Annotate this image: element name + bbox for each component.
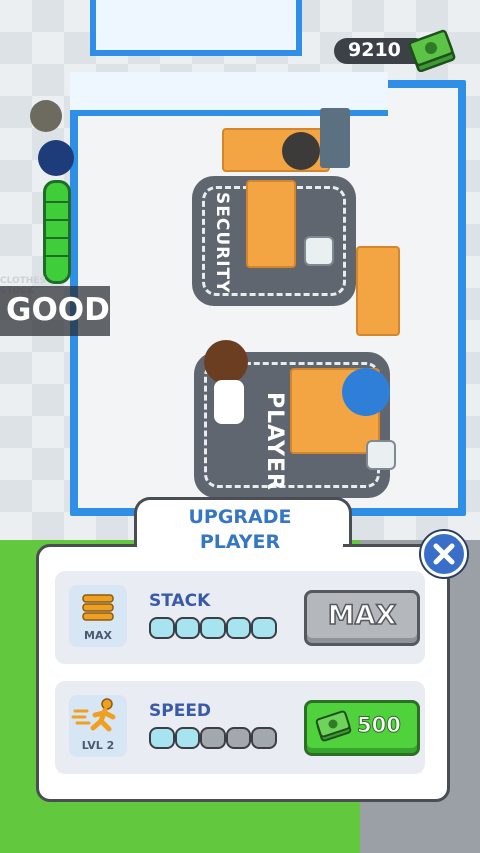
progress-segment [174, 727, 201, 749]
speed-upgrade-price: 500 [357, 713, 402, 738]
progress-segment [200, 617, 226, 639]
chair [304, 236, 334, 266]
progress-segment [225, 727, 252, 749]
green-meter [43, 180, 71, 284]
police-worker [342, 368, 390, 416]
cash-icon [315, 710, 352, 742]
stack-progress-bar [149, 617, 277, 639]
panel-title-line2: PLAYER [199, 531, 281, 553]
panel-title: UPGRADE PLAYER [137, 505, 343, 555]
player-character [204, 340, 248, 384]
player-body [214, 380, 244, 424]
cash-stack-icon [408, 29, 456, 72]
speed-level-label: LVL 2 [81, 739, 115, 752]
police-character [38, 140, 74, 176]
close-icon [433, 543, 455, 565]
progress-segment [149, 617, 175, 639]
progress-segment [174, 617, 201, 639]
stack-level-label: MAX [84, 629, 112, 642]
customer-character [30, 100, 62, 132]
money-value: 9210 [348, 39, 401, 61]
back-wall [90, 0, 302, 56]
speed-progress-bar [149, 727, 277, 749]
max-button-label: MAX [327, 599, 397, 632]
stack-max-button[interactable]: MAX [304, 590, 420, 646]
speed-buy-button[interactable]: 500 [304, 700, 420, 756]
progress-segment [200, 727, 226, 749]
progress-segment [251, 727, 277, 749]
player-zone-label: PLAYER [262, 392, 287, 491]
security-desk [246, 180, 296, 268]
progress-segment [251, 617, 277, 639]
security-worker [282, 132, 320, 170]
status-label: GOOD [6, 292, 110, 328]
player-chair [366, 440, 396, 470]
running-man-icon [71, 698, 116, 732]
speed-name: SPEED [149, 701, 212, 721]
stack-name: STACK [149, 591, 211, 611]
panel-title-line1: UPGRADE [188, 506, 292, 528]
progress-segment [149, 727, 175, 749]
close-button[interactable] [421, 531, 467, 577]
stack-icon [82, 594, 114, 621]
side-shelf [356, 246, 400, 336]
file-cabinet [320, 108, 350, 168]
security-zone-label: SECURITY [212, 192, 232, 294]
progress-segment [225, 617, 252, 639]
